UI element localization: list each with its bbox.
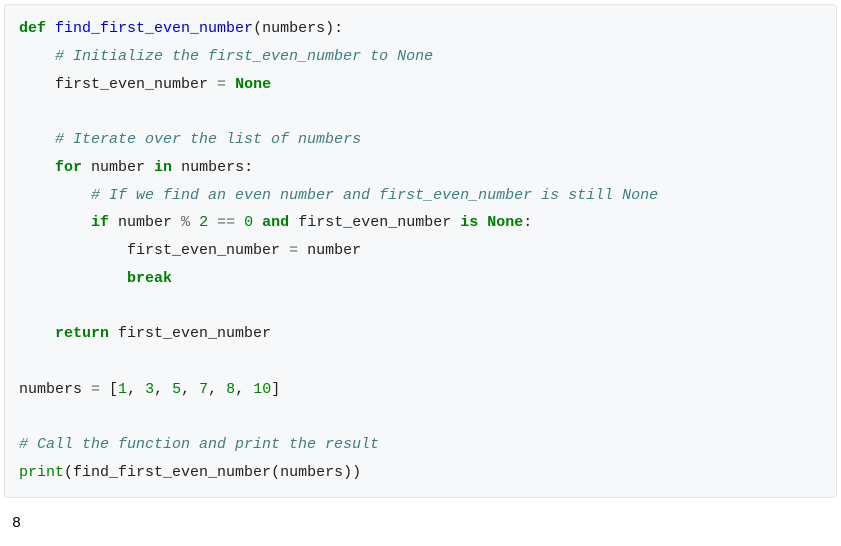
comment: # Initialize the first_even_number to No… (55, 48, 433, 65)
keyword-in: in (154, 159, 172, 176)
comment: # If we find an even number and first_ev… (91, 187, 658, 204)
code-line-4 (19, 98, 822, 126)
code-block: def find_first_even_number(numbers): # I… (4, 4, 837, 498)
code-line-7: # If we find an even number and first_ev… (19, 182, 822, 210)
builtin-none: None (235, 76, 271, 93)
code-line-1: def find_first_even_number(numbers): (19, 15, 822, 43)
code-line-6: for number in numbers: (19, 154, 822, 182)
number-literal: 1 (118, 381, 127, 398)
comment: # Call the function and print the result (19, 436, 379, 453)
code-line-3: first_even_number = None (19, 71, 822, 99)
builtin-print: print (19, 464, 64, 481)
function-name: find_first_even_number (55, 20, 253, 37)
number-literal: 10 (253, 381, 271, 398)
keyword-if: if (91, 214, 109, 231)
output-block: 8 (0, 502, 841, 546)
number-literal: 3 (145, 381, 154, 398)
code-line-10: break (19, 265, 822, 293)
code-line-16: # Call the function and print the result (19, 431, 822, 459)
keyword-is: is (460, 214, 478, 231)
code-line-12: return first_even_number (19, 320, 822, 348)
number-literal: 0 (244, 214, 253, 231)
comment: # Iterate over the list of numbers (55, 131, 361, 148)
builtin-none: None (487, 214, 523, 231)
keyword-return: return (55, 325, 109, 342)
number-literal: 2 (199, 214, 208, 231)
keyword-for: for (55, 159, 82, 176)
keyword-and: and (262, 214, 289, 231)
code-line-17: print(find_first_even_number(numbers)) (19, 459, 822, 487)
code-line-13 (19, 348, 822, 376)
code-line-5: # Iterate over the list of numbers (19, 126, 822, 154)
code-line-8: if number % 2 == 0 and first_even_number… (19, 209, 822, 237)
code-line-2: # Initialize the first_even_number to No… (19, 43, 822, 71)
keyword-def: def (19, 20, 46, 37)
output-text: 8 (12, 515, 21, 532)
keyword-break: break (127, 270, 172, 287)
code-line-11 (19, 293, 822, 321)
code-line-15 (19, 404, 822, 432)
number-literal: 5 (172, 381, 181, 398)
number-literal: 8 (226, 381, 235, 398)
code-line-9: first_even_number = number (19, 237, 822, 265)
code-line-14: numbers = [1, 3, 5, 7, 8, 10] (19, 376, 822, 404)
number-literal: 7 (199, 381, 208, 398)
